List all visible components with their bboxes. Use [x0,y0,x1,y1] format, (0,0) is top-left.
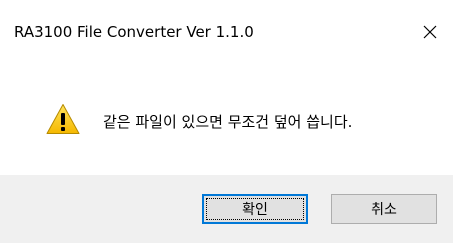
dialog-content: 같은 파일이 있으면 무조건 덮어 씁니다. [0,50,453,175]
ok-button[interactable]: 확인 [202,194,308,224]
cancel-button-label: 취소 [371,202,397,218]
close-icon [423,25,437,39]
button-bar: 확인 취소 [0,175,453,243]
message-dialog: RA3100 File Converter Ver 1.1.0 같은 파일이 있… [0,0,453,243]
ok-button-label: 확인 [242,202,268,218]
window-title: RA3100 File Converter Ver 1.1.0 [14,23,254,41]
warning-icon [46,104,80,134]
title-bar: RA3100 File Converter Ver 1.1.0 [0,0,453,50]
cancel-button[interactable]: 취소 [331,194,437,224]
close-button[interactable] [407,14,453,50]
dialog-message: 같은 파일이 있으면 무조건 덮어 씁니다. [103,113,353,131]
